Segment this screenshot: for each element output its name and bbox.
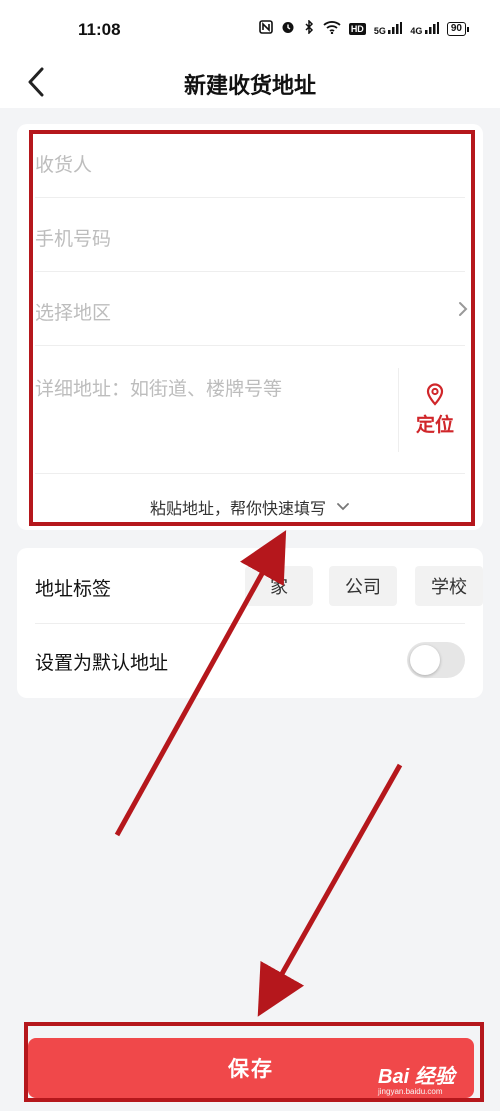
bluetooth-icon [303,19,315,37]
watermark-url: jingyan.baidu.com [378,1087,443,1096]
tag-chip-company[interactable]: 公司 [329,566,397,606]
default-address-toggle[interactable] [407,642,465,678]
battery-indicator: 90 [446,21,470,36]
nfc-icon [259,20,273,37]
phone-number-placeholder: 手机号码 [35,228,112,250]
signal-5g-icon: 5G [373,21,403,36]
toggle-knob [410,645,440,675]
wifi-icon [323,20,341,37]
default-address-label: 设置为默认地址 [35,652,169,674]
address-form-card: 收货人 手机号码 选择地区 详细地址：如街道、楼牌号等 定位 粘贴地址，帮你快速… [17,124,483,530]
region-selector[interactable]: 选择地区 [35,272,468,346]
recipient-name-placeholder: 收货人 [35,154,93,176]
default-address-row: 设置为默认地址 [35,624,465,698]
alarm-icon [281,20,295,37]
locate-button[interactable]: 定位 [405,382,465,452]
hd-icon: HD [348,22,366,35]
baidu-jingyan-watermark: Bai 经验 jingyan.baidu.com [378,1060,478,1102]
phone-number-field[interactable]: 手机号码 [35,198,465,272]
address-tag-title: 地址标签 [35,578,112,600]
chevron-down-icon [337,503,349,511]
recipient-name-field[interactable]: 收货人 [35,124,465,198]
status-bar: 11:08 HD 5G 4G 90 [0,0,500,58]
detail-address-placeholder: 详细地址：如街道、楼牌号等 [35,378,283,400]
network-1-label: 5G [373,25,386,36]
nav-bar: 新建收货地址 [0,58,500,108]
address-options-card: 地址标签 家 公司 学校 设置为默认地址 [17,548,483,698]
locate-label: 定位 [415,414,454,436]
region-placeholder: 选择地区 [35,302,112,324]
detail-divider [398,368,399,452]
location-pin-icon [426,383,444,406]
arrow-to-save [257,763,403,1017]
chevron-right-icon [459,302,468,316]
detail-address-field[interactable]: 详细地址：如街道、楼牌号等 定位 [35,346,465,474]
page-title: 新建收货地址 [183,74,316,99]
tag-chip-home[interactable]: 家 [245,566,313,606]
tag-chip-school[interactable]: 学校 [415,566,483,606]
address-tag-row: 地址标签 家 公司 学校 [35,548,483,624]
signal-4g-icon: 4G [410,21,439,36]
network-2-label: 4G [410,25,423,36]
paste-address-toggle[interactable]: 粘贴地址，帮你快速填写 [17,492,483,522]
watermark-text: Bai 经验 [378,1066,455,1088]
status-icons: HD 5G 4G 90 [259,19,470,37]
status-time: 11:08 [78,20,121,39]
paste-address-label: 粘贴地址，帮你快速填写 [149,499,326,518]
